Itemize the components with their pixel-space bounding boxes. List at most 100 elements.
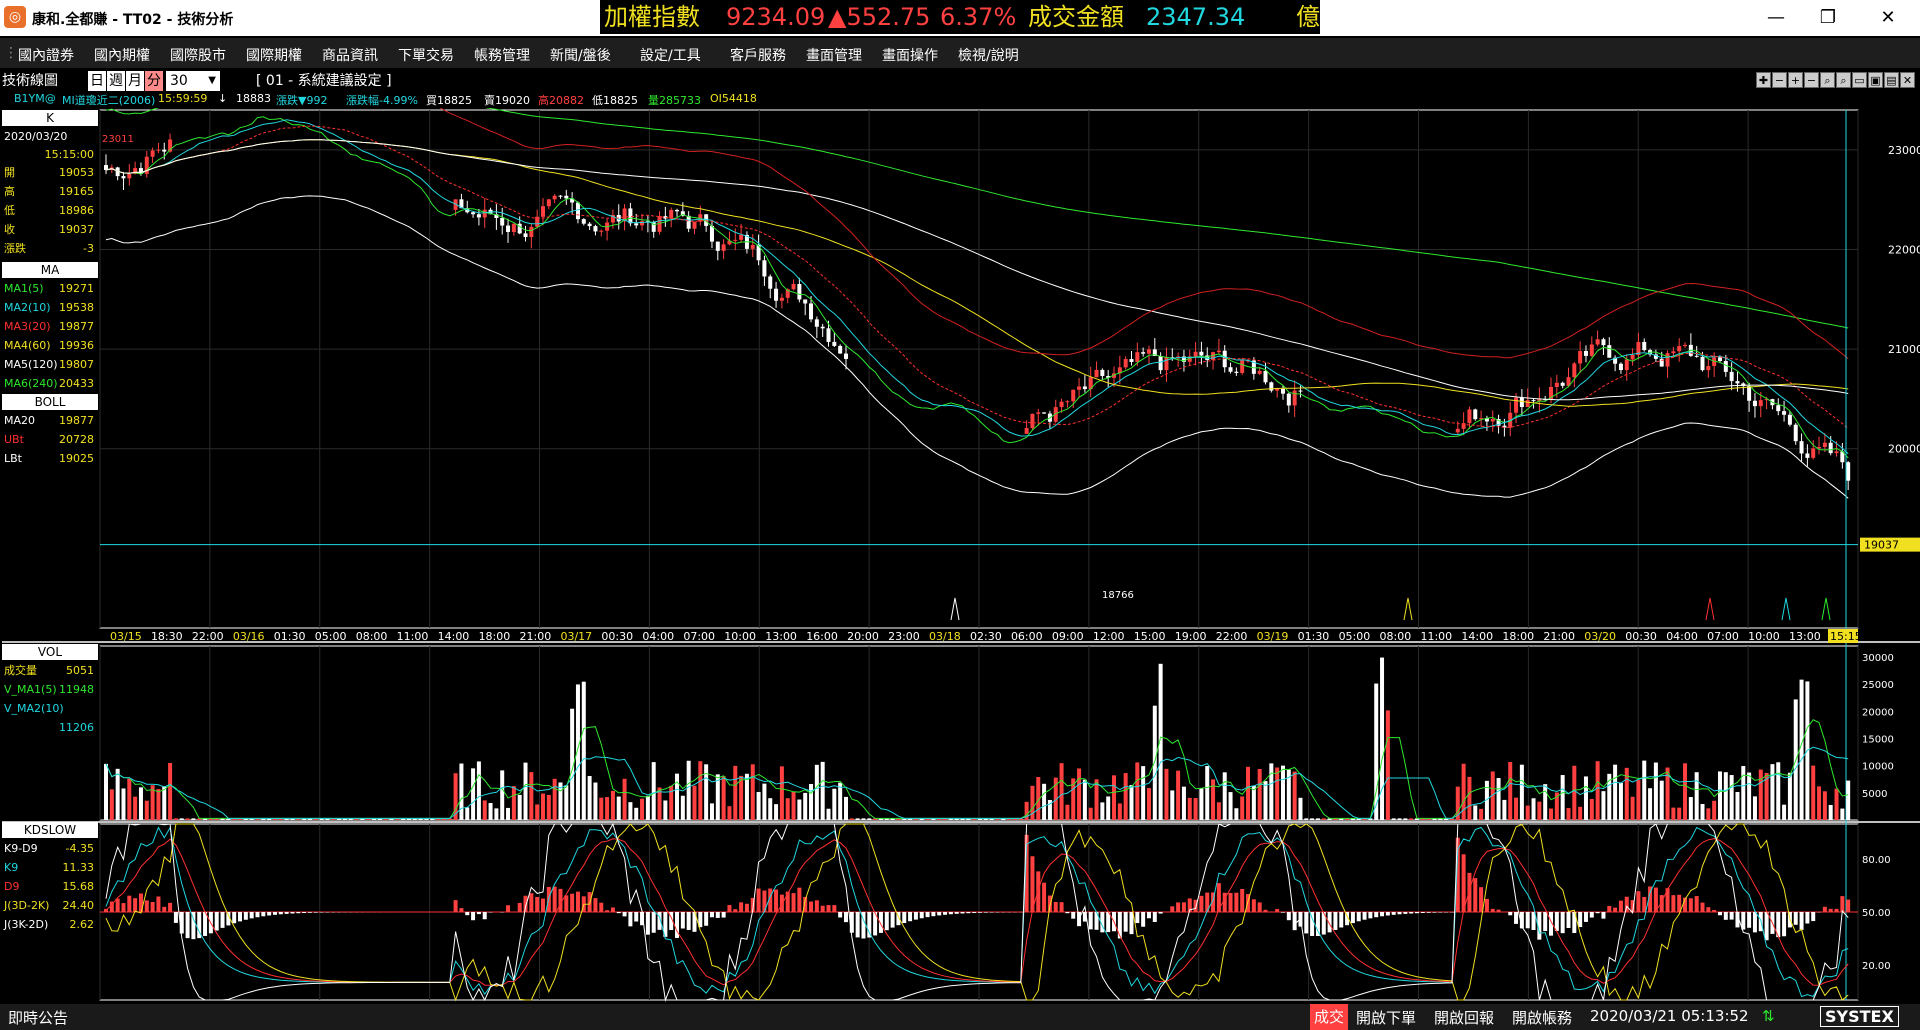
time-axis-label: 05:00 [315,630,347,643]
candle-body [1630,354,1635,360]
close-button[interactable]: ✕ [1860,0,1916,36]
maximize-button[interactable]: ❐ [1800,0,1856,36]
volume-bar [506,807,511,820]
quote-bid: 買18825 [426,94,472,107]
volume-bar [1618,782,1623,820]
volume-bar [1315,818,1320,820]
search-minus-icon[interactable]: ⌕ [1836,72,1851,88]
kd-histogram-bar [1059,902,1064,912]
kd-histogram-bar [115,898,120,912]
time-axis-label: 11:00 [397,630,429,643]
time-axis-label: 18:30 [151,630,183,643]
candle-body [156,149,161,151]
volume-bar [739,775,744,820]
kd-histogram-bar [715,912,720,918]
period-day-button[interactable]: 日 [88,71,106,91]
volume-bar [768,798,773,820]
time-axis-label: 20:00 [847,630,879,643]
time-axis-label: 09:00 [1052,630,1084,643]
quote-high: 高20882 [538,94,584,107]
volume-bar [1723,772,1728,820]
period-week-button[interactable]: 週 [107,71,125,91]
kd-histogram-bar [704,912,709,926]
minus-icon[interactable]: − [1804,72,1819,88]
volume-bar [1205,766,1210,820]
menu-item-4[interactable]: 商品資訊 [322,45,378,65]
candle-body [1129,359,1134,362]
candle-body [1834,451,1839,454]
volume-bar [692,785,697,820]
close-icon[interactable]: ✕ [1900,72,1915,88]
kd-histogram-bar [1840,896,1845,912]
kd-histogram-bar [1240,888,1245,912]
menu-item-8[interactable]: 設定/工具 [640,45,701,65]
kd-histogram-bar [465,912,470,916]
kd-histogram-bar [313,912,318,913]
trade-indicator[interactable]: 成交 [1310,1004,1349,1030]
open-report-button[interactable]: 開啟回報 [1434,1007,1494,1028]
quote-symbol: B1YM@ [14,92,56,105]
open-order-button[interactable]: 開啟下單 [1356,1007,1416,1028]
kd-histogram-bar [1391,912,1396,915]
volume-bar [1717,771,1722,820]
chart-canvas[interactable]: 23000 22000 21000 20000 19037 23011 18766 03/15… [0,108,1920,1004]
volume-bar [1385,710,1390,820]
news-button[interactable]: 即時公告 [8,1007,68,1028]
period-minute-button[interactable]: 分 [145,71,163,91]
menu-item-3[interactable]: 國際期權 [246,45,302,65]
candle-body [838,345,843,354]
candle-body [1683,344,1688,347]
menu-item-6[interactable]: 帳務管理 [474,45,530,65]
candle-body [750,244,755,249]
volume-bar [663,800,668,820]
kd-histogram-bar [1467,872,1472,912]
crosshair-icon[interactable]: ✚ [1756,72,1771,88]
kd-histogram-bar [983,912,988,913]
save-icon[interactable]: ▣ [1868,72,1883,88]
volume-bar [1729,775,1734,820]
interval-value: 30 [170,73,188,89]
open-account-button[interactable]: 開啟帳務 [1512,1007,1572,1028]
minimize-button[interactable]: — [1748,0,1804,36]
interval-select[interactable]: 30 ▼ [166,71,220,91]
candle-body [541,206,545,217]
kd-histogram-bar [1106,912,1111,933]
candle-body [1572,363,1577,378]
volume-bar [535,804,540,820]
kd-histogram-bar [733,909,738,912]
time-axis-label: 05:00 [1339,630,1371,643]
menu-item-1[interactable]: 國內期權 [94,45,150,65]
kd-histogram-bar [785,891,790,912]
volume-bar [1700,804,1705,820]
menu-item-12[interactable]: 檢視/說明 [958,45,1019,65]
search-icon[interactable]: ⌕ [1820,72,1835,88]
menu-item-5[interactable]: 下單交易 [398,45,454,65]
zoom-in-icon[interactable]: + [1788,72,1803,88]
zoom-out-icon[interactable]: − [1772,72,1787,88]
kd-histogram-bar [272,912,277,915]
volume-bar [709,803,714,820]
volume-bar [721,776,726,820]
menu-item-0[interactable]: 國內證券 [18,45,74,65]
volume-bar [127,778,132,820]
volume-bar [1648,788,1653,820]
menu-item-11[interactable]: 畫面操作 [882,45,938,65]
kd-histogram-bar [605,910,610,912]
kd-histogram-bar [552,886,557,912]
time-axis-label: 00:30 [1625,630,1657,643]
candle-body [482,209,487,218]
title-bar[interactable]: ◎ 康和.全都賺 - TT02 - 技術分析 加權指數 9234.09 ▲552… [0,0,1920,36]
menu-item-2[interactable]: 國際股市 [170,45,226,65]
menu-item-9[interactable]: 客戶服務 [730,45,786,65]
volume-bar [121,788,126,820]
menu-item-10[interactable]: 畫面管理 [806,45,862,65]
kd-histogram-bar [1729,912,1734,920]
settings-icon[interactable]: ▤ [1884,72,1899,88]
candle-body [500,218,505,226]
period-month-button[interactable]: 月 [126,71,144,91]
copy-icon[interactable]: ▭ [1852,72,1867,88]
candle-body [640,221,645,226]
kd-histogram-bar [1286,912,1291,921]
menu-item-7[interactable]: 新聞/盤後 [550,45,611,65]
kd-histogram-bar [290,912,295,914]
